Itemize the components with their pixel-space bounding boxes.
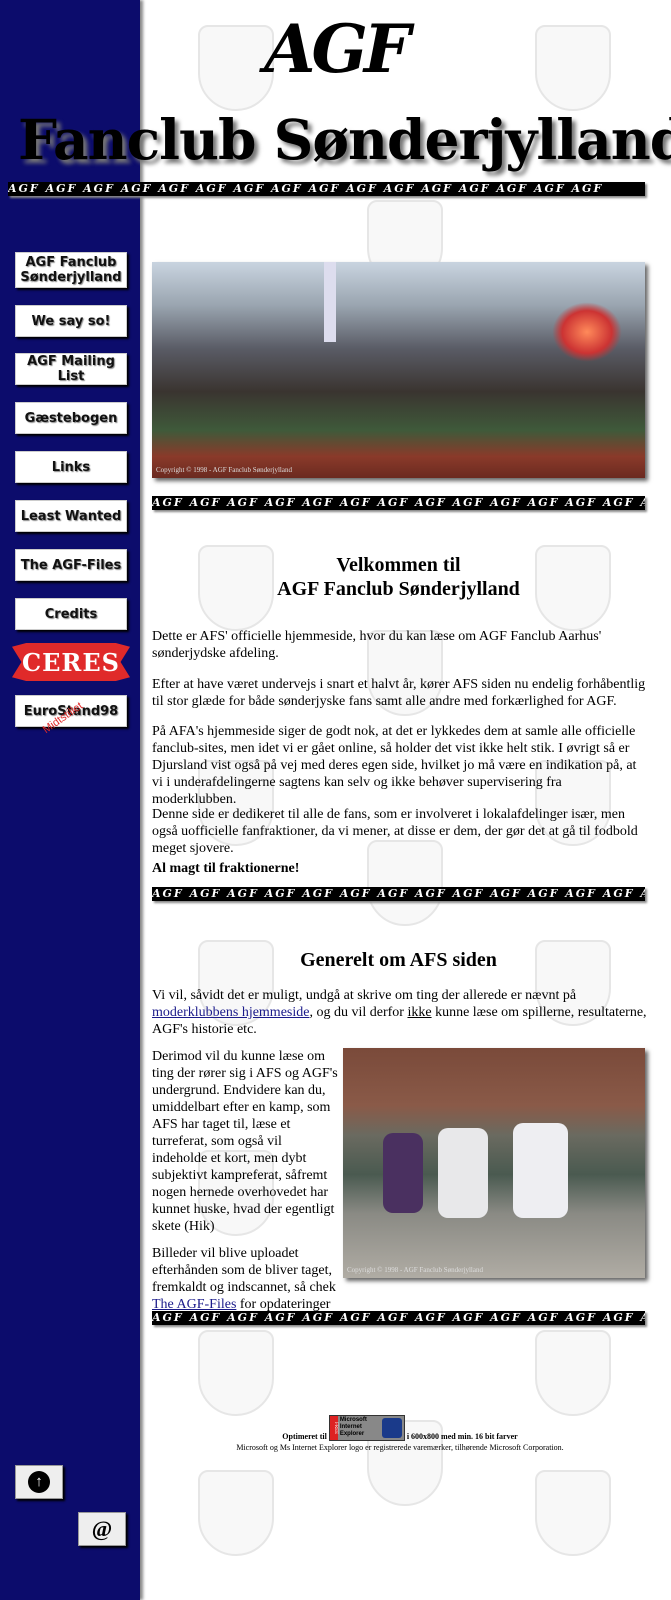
agf-logo: AGF [264, 10, 410, 88]
welcome-slogan: Al magt til fraktionerne! [152, 861, 300, 876]
nav-credits[interactable]: Credits [15, 598, 127, 630]
nav-agf-files[interactable]: The AGF-Files [15, 549, 127, 581]
email-icon[interactable]: @ [78, 1512, 126, 1546]
nav-links[interactable]: Links [15, 451, 127, 483]
site-title: Fanclub Sønderjylland [18, 107, 671, 172]
agf-divider-strip: AGF AGF AGF AGF AGF AGF AGF AGF AGF AGF … [8, 182, 645, 196]
nav-guestbook[interactable]: Gæstebogen [15, 402, 127, 434]
mother-club-link[interactable]: moderklubbens hjemmeside [152, 1005, 309, 1020]
stadium-photo: Copyright © 1998 - AGF Fanclub Sønderjyl… [152, 262, 645, 478]
welcome-paragraph: Denne side er dedikeret til alle de fans… [152, 807, 638, 856]
fan-figure [383, 1133, 423, 1213]
agf-divider-strip: AGF AGF AGF AGF AGF AGF AGF AGF AGF AGF … [152, 496, 645, 510]
flare [552, 302, 622, 362]
fan-figure [438, 1128, 488, 1218]
general-paragraph: Vi vil, såvidt det er muligt, undgå at s… [152, 988, 647, 1037]
ceres-sponsor-logo[interactable]: CERES [12, 643, 130, 681]
fans-photo: Copyright © 1998 - AGF Fanclub Sønderjyl… [343, 1048, 645, 1278]
general-paragraph: Billeder vil blive uploadet efterhånden … [152, 1246, 336, 1312]
nav-home[interactable]: AGF Fanclub Sønderjylland [15, 252, 127, 288]
agf-files-link[interactable]: The AGF-Files [152, 1297, 236, 1312]
photo-copyright: Copyright © 1998 - AGF Fanclub Sønderjyl… [347, 1266, 483, 1274]
agf-divider-strip: AGF AGF AGF AGF AGF AGF AGF AGF AGF AGF … [152, 1311, 645, 1325]
nav-mailing-list[interactable]: AGF Mailing List [15, 353, 127, 385]
fan-figure [513, 1123, 568, 1218]
photo-mast [324, 262, 336, 342]
up-arrow-icon[interactable]: ↑ [15, 1465, 63, 1499]
nav-least-wanted[interactable]: Least Wanted [15, 500, 127, 532]
nav-we-say-so[interactable]: We say so! [15, 305, 127, 337]
welcome-paragraph: Dette er AFS' officielle hjemmeside, hvo… [152, 629, 602, 661]
welcome-paragraph: Efter at have været undervejs i snart et… [152, 677, 646, 709]
agf-divider-strip: AGF AGF AGF AGF AGF AGF AGF AGF AGF AGF … [152, 887, 645, 901]
photo-copyright: Copyright © 1998 - AGF Fanclub Sønderjyl… [156, 466, 292, 474]
footer: Optimeret til FREE Microsoft Internet Explo… [236, 1415, 564, 1452]
welcome-title: Velkommen til AGF Fanclub Sønderjylland [277, 554, 520, 600]
internet-explorer-badge[interactable]: FREE Microsoft Internet Explorer [328, 1415, 405, 1441]
sidebar [0, 0, 140, 1600]
welcome-paragraph: På AFA's hjemmeside siger de godt nok, a… [152, 724, 637, 807]
general-title: Generelt om AFS siden [300, 949, 497, 971]
general-paragraph: Derimod vil du kunne læse om ting der rø… [152, 1049, 338, 1234]
